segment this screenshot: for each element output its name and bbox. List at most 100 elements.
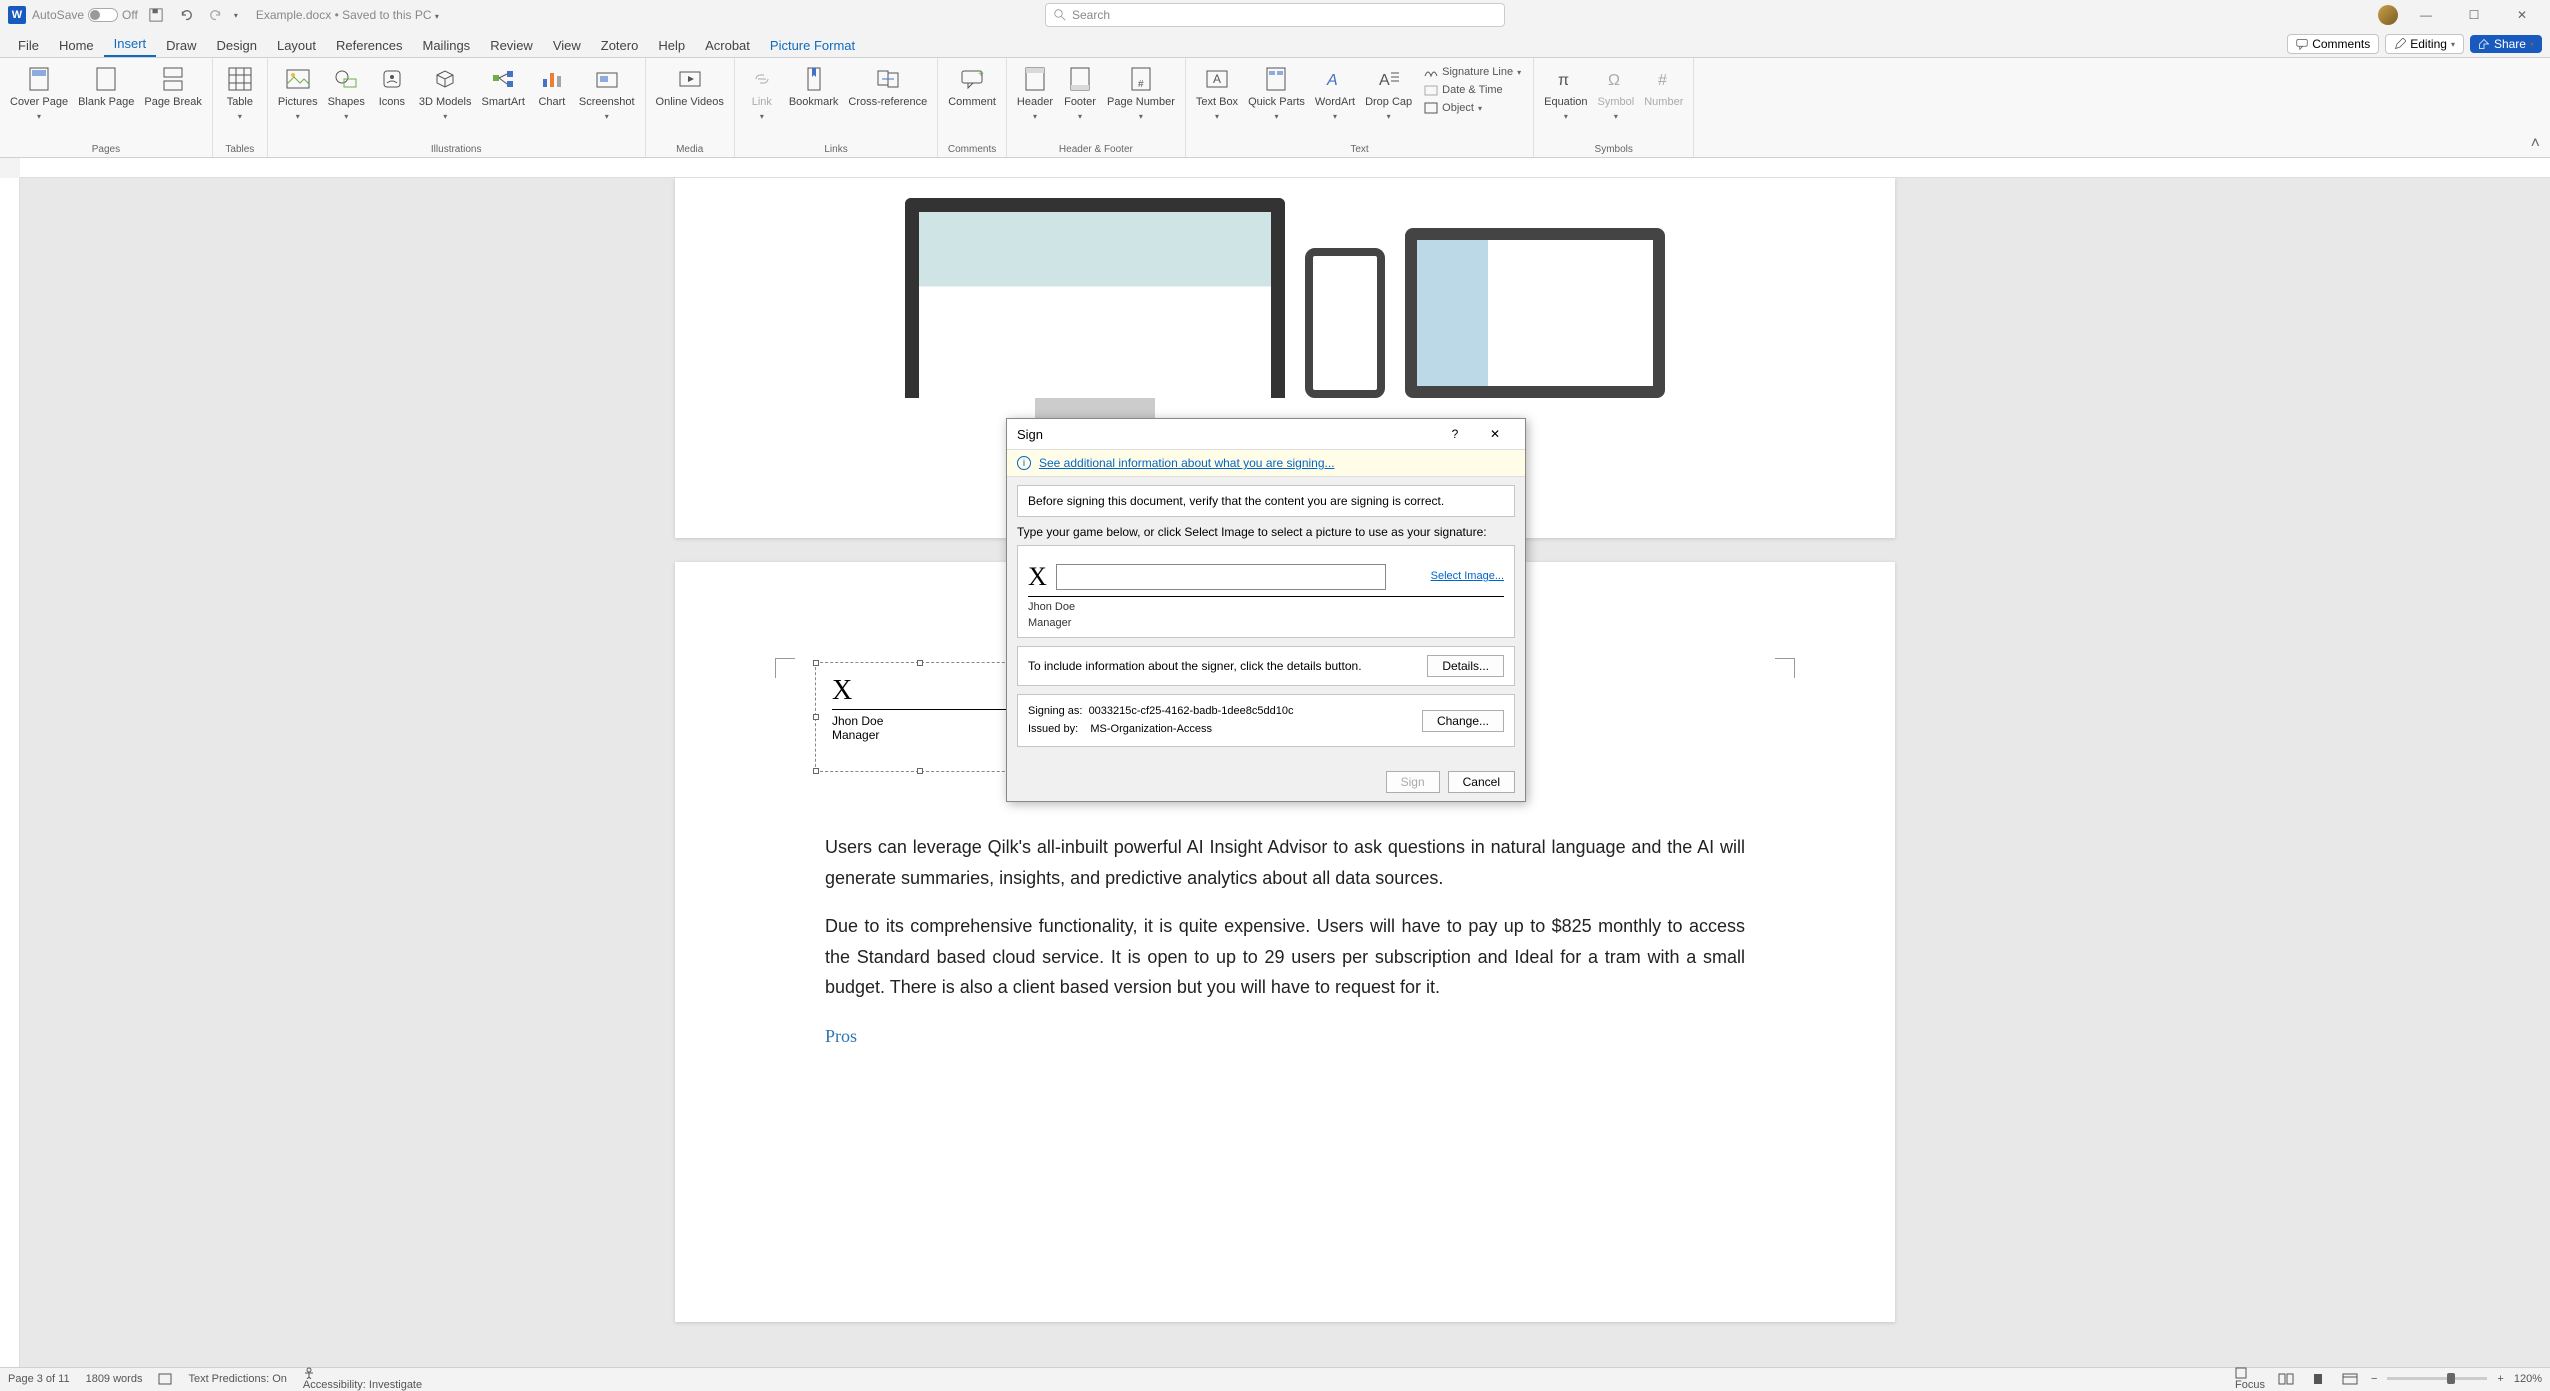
tab-layout[interactable]: Layout bbox=[267, 34, 326, 57]
status-predictions[interactable]: Text Predictions: On bbox=[188, 1373, 286, 1385]
tab-home[interactable]: Home bbox=[49, 34, 104, 57]
tab-picture-format[interactable]: Picture Format bbox=[760, 34, 865, 57]
status-words[interactable]: 1809 words bbox=[86, 1373, 143, 1385]
tab-insert[interactable]: Insert bbox=[104, 32, 157, 57]
icons-button[interactable]: Icons bbox=[371, 62, 413, 112]
search-box[interactable]: Search bbox=[1045, 3, 1505, 27]
ribbon-collapse-icon[interactable]: ˄ bbox=[2531, 135, 2540, 153]
table-icon bbox=[227, 66, 253, 92]
undo-icon[interactable] bbox=[174, 3, 198, 27]
pictures-button[interactable]: Pictures▾ bbox=[274, 62, 322, 125]
tab-acrobat[interactable]: Acrobat bbox=[695, 34, 760, 57]
minimize-icon[interactable]: — bbox=[2406, 0, 2446, 30]
signature-input[interactable] bbox=[1056, 564, 1386, 590]
qat-more-icon[interactable]: ▾ bbox=[234, 11, 238, 20]
wordart-button[interactable]: AWordArt▾ bbox=[1311, 62, 1359, 125]
tab-mailings[interactable]: Mailings bbox=[413, 34, 481, 57]
tab-design[interactable]: Design bbox=[207, 34, 267, 57]
zoom-out-icon[interactable]: − bbox=[2371, 1373, 2377, 1385]
text-box-button[interactable]: AText Box▾ bbox=[1192, 62, 1242, 125]
footer-button[interactable]: Footer▾ bbox=[1059, 62, 1101, 125]
share-button[interactable]: Share▾ bbox=[2470, 35, 2542, 53]
tab-file[interactable]: File bbox=[8, 34, 49, 57]
cross-reference-button[interactable]: Cross-reference bbox=[844, 62, 931, 112]
tab-draw[interactable]: Draw bbox=[156, 34, 206, 57]
comments-button[interactable]: Comments bbox=[2287, 34, 2379, 54]
resize-handle[interactable] bbox=[813, 714, 819, 720]
resize-handle[interactable] bbox=[813, 660, 819, 666]
type-instruction: Type your game below, or click Select Im… bbox=[1017, 525, 1515, 539]
zoom-in-icon[interactable]: + bbox=[2497, 1373, 2503, 1385]
resize-handle[interactable] bbox=[917, 768, 923, 774]
symbol-button[interactable]: ΩSymbol▾ bbox=[1594, 62, 1639, 125]
sign-button[interactable]: Sign bbox=[1386, 771, 1440, 793]
resize-handle[interactable] bbox=[917, 660, 923, 666]
3d-models-button[interactable]: 3D Models▾ bbox=[415, 62, 476, 125]
tab-zotero[interactable]: Zotero bbox=[591, 34, 649, 57]
autosave-toggle[interactable]: AutoSave Off bbox=[32, 8, 138, 22]
equation-button[interactable]: πEquation▾ bbox=[1540, 62, 1591, 125]
object-button[interactable]: Object▾ bbox=[1422, 100, 1523, 116]
zoom-level[interactable]: 120% bbox=[2514, 1373, 2542, 1385]
resize-handle[interactable] bbox=[813, 768, 819, 774]
save-icon[interactable] bbox=[144, 3, 168, 27]
blank-page-button[interactable]: Blank Page bbox=[74, 62, 138, 112]
dialog-titlebar[interactable]: Sign ? ✕ bbox=[1007, 419, 1525, 449]
comment-button[interactable]: +Comment bbox=[944, 62, 1000, 112]
editing-mode-button[interactable]: Editing▾ bbox=[2385, 34, 2464, 54]
date-time-button[interactable]: Date & Time bbox=[1422, 82, 1523, 98]
cover-page-button[interactable]: Cover Page▾ bbox=[6, 62, 72, 125]
autosave-switch[interactable] bbox=[88, 8, 118, 22]
header-button[interactable]: Header▾ bbox=[1013, 62, 1057, 125]
drop-cap-button[interactable]: ADrop Cap▾ bbox=[1361, 62, 1416, 125]
status-focus[interactable]: Focus bbox=[2235, 1367, 2265, 1391]
table-button[interactable]: Table▾ bbox=[219, 62, 261, 125]
status-accessibility[interactable]: Accessibility: Investigate bbox=[303, 1367, 422, 1391]
online-videos-button[interactable]: Online Videos bbox=[652, 62, 728, 112]
dropcap-icon: A bbox=[1376, 66, 1402, 92]
dialog-close-icon[interactable]: ✕ bbox=[1475, 419, 1515, 449]
select-image-link[interactable]: Select Image... bbox=[1431, 570, 1504, 582]
tab-review[interactable]: Review bbox=[480, 34, 543, 57]
page-break-button[interactable]: Page Break bbox=[140, 62, 205, 112]
view-print-icon[interactable] bbox=[2307, 1370, 2329, 1388]
tab-references[interactable]: References bbox=[326, 34, 412, 57]
view-web-icon[interactable] bbox=[2339, 1370, 2361, 1388]
shapes-button[interactable]: Shapes▾ bbox=[324, 62, 369, 125]
group-illustrations: Pictures▾ Shapes▾ Icons 3D Models▾ Smart… bbox=[268, 58, 646, 157]
zoom-slider[interactable] bbox=[2387, 1377, 2487, 1380]
status-page[interactable]: Page 3 of 11 bbox=[8, 1373, 70, 1385]
change-button[interactable]: Change... bbox=[1422, 710, 1504, 732]
tab-help[interactable]: Help bbox=[648, 34, 695, 57]
page-number-button[interactable]: #Page Number▾ bbox=[1103, 62, 1179, 125]
dialog-info-bar: i See additional information about what … bbox=[1007, 449, 1525, 477]
redo-icon[interactable] bbox=[204, 3, 228, 27]
vertical-ruler[interactable] bbox=[0, 178, 20, 1367]
issued-by-value: MS-Organization-Access bbox=[1090, 723, 1212, 735]
user-avatar[interactable] bbox=[2378, 5, 2398, 25]
horizontal-ruler[interactable] bbox=[20, 158, 2550, 178]
document-title[interactable]: Example.docx • Saved to this PC ▾ bbox=[256, 8, 439, 22]
signature-line-button[interactable]: Signature Line▾ bbox=[1422, 64, 1523, 80]
body-text[interactable]: Users can leverage Qilk's all-inbuilt po… bbox=[825, 832, 1745, 1052]
link-button[interactable]: Link▾ bbox=[741, 62, 783, 125]
quick-parts-button[interactable]: Quick Parts▾ bbox=[1244, 62, 1309, 125]
status-spellcheck-icon[interactable] bbox=[158, 1373, 172, 1385]
cancel-button[interactable]: Cancel bbox=[1448, 771, 1515, 793]
object-icon bbox=[1424, 102, 1438, 114]
maximize-icon[interactable]: ☐ bbox=[2454, 0, 2494, 30]
info-link[interactable]: See additional information about what yo… bbox=[1039, 456, 1335, 470]
chart-button[interactable]: Chart bbox=[531, 62, 573, 112]
signature-line-object[interactable]: X Jhon Doe Manager bbox=[815, 662, 1025, 772]
screenshot-button[interactable]: Screenshot▾ bbox=[575, 62, 639, 125]
number-button[interactable]: #Number bbox=[1640, 62, 1687, 112]
cert-row: Signing as: 0033215c-cf25-4162-badb-1dee… bbox=[1017, 694, 1515, 747]
view-read-icon[interactable] bbox=[2275, 1370, 2297, 1388]
smartart-button[interactable]: SmartArt bbox=[477, 62, 528, 112]
tab-view[interactable]: View bbox=[543, 34, 591, 57]
details-button[interactable]: Details... bbox=[1427, 655, 1504, 677]
cube-icon bbox=[432, 66, 458, 92]
close-icon[interactable]: ✕ bbox=[2502, 0, 2542, 30]
bookmark-button[interactable]: Bookmark bbox=[785, 62, 843, 112]
dialog-help-icon[interactable]: ? bbox=[1435, 419, 1475, 449]
